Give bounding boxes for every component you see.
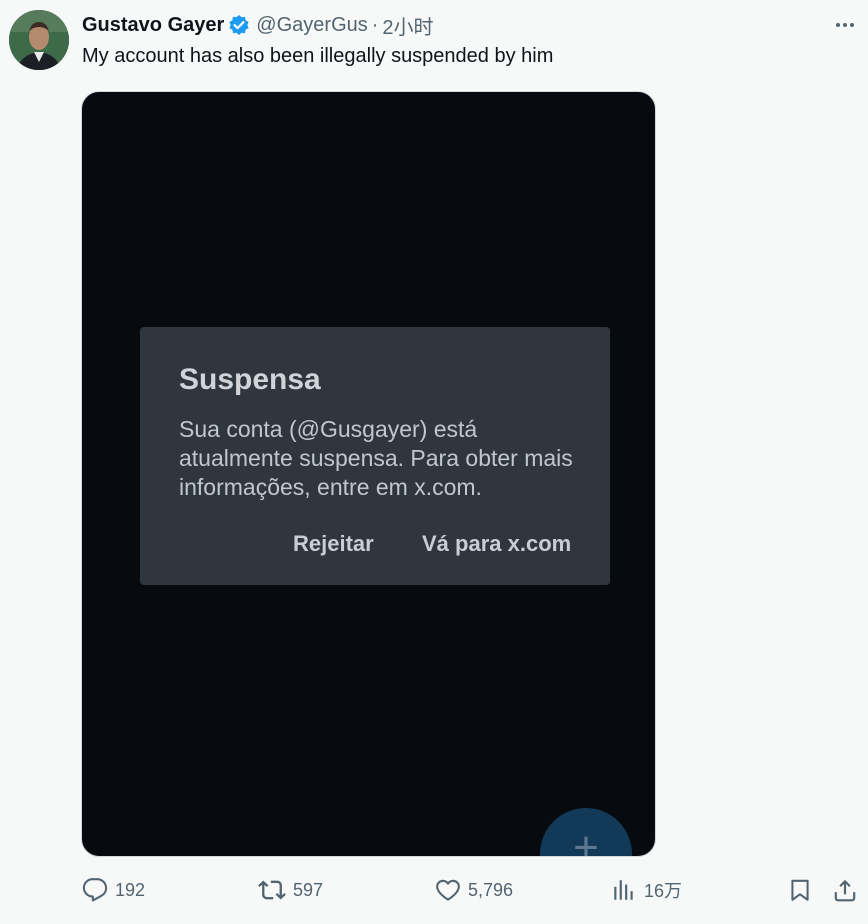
reply-button[interactable]: 192: [82, 872, 145, 908]
tweet-header: Gustavo Gayer @GayerGus · 2小时: [82, 11, 434, 40]
like-count: 5,796: [468, 879, 514, 900]
tweet-actions: 192 597 5,796 16万: [0, 872, 868, 908]
author-name[interactable]: Gustavo Gayer: [82, 14, 224, 37]
go-to-xcom-button[interactable]: Vá para x.com: [422, 531, 571, 557]
tweet: Gustavo Gayer @GayerGus · 2小时 My account…: [0, 0, 868, 924]
separator-dot: ·: [371, 13, 379, 36]
reply-count: 192: [115, 879, 146, 900]
plus-icon: +: [573, 823, 599, 857]
like-button[interactable]: 5,796: [435, 872, 513, 908]
dialog-title: Suspensa: [179, 363, 321, 396]
author-handle[interactable]: @GayerGus: [256, 14, 367, 37]
share-button[interactable]: [832, 872, 858, 908]
heart-icon: [435, 877, 461, 903]
bookmark-button[interactable]: [787, 872, 813, 908]
retweet-icon: [258, 876, 286, 904]
avatar[interactable]: [9, 10, 69, 70]
timestamp[interactable]: 2小时: [382, 11, 433, 40]
suspension-dialog: Suspensa Sua conta (@Gusgayer) está atua…: [140, 327, 610, 585]
tweet-text: My account has also been illegally suspe…: [82, 45, 554, 67]
views-button[interactable]: 16万: [611, 872, 682, 908]
retweet-button[interactable]: 597: [258, 872, 323, 908]
views-count: 16万: [644, 881, 683, 901]
retweet-count: 597: [293, 879, 324, 900]
dialog-message: Sua conta (@Gusgayer) está atualmente su…: [179, 416, 573, 500]
reject-button[interactable]: Rejeitar: [293, 531, 374, 557]
tweet-media-image[interactable]: Suspensa Sua conta (@Gusgayer) está atua…: [81, 91, 656, 857]
bookmark-icon: [787, 877, 813, 903]
verified-badge-icon: [228, 14, 250, 36]
compose-fab-button[interactable]: +: [540, 808, 632, 857]
share-icon: [832, 877, 858, 903]
more-icon[interactable]: [832, 12, 858, 38]
views-icon: [611, 877, 637, 903]
reply-icon: [82, 877, 108, 903]
